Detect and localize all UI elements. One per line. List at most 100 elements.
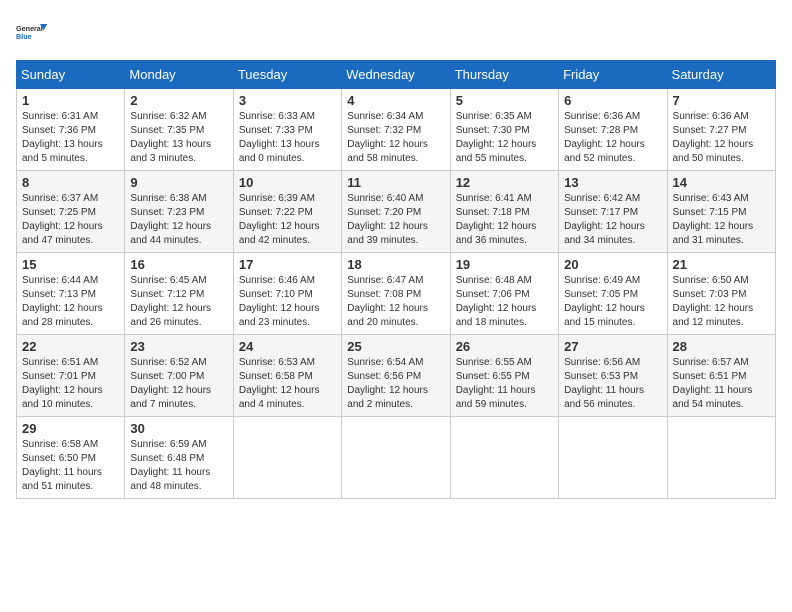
day-number: 11 (347, 175, 444, 190)
weekday-header-row: SundayMondayTuesdayWednesdayThursdayFrid… (17, 61, 776, 89)
calendar-cell: 11 Sunrise: 6:40 AMSunset: 7:20 PMDaylig… (342, 171, 450, 253)
calendar-cell: 24 Sunrise: 6:53 AMSunset: 6:58 PMDaylig… (233, 335, 341, 417)
calendar-cell (667, 417, 775, 499)
page-header: GeneralBlue (16, 16, 776, 48)
day-info: Sunrise: 6:33 AMSunset: 7:33 PMDaylight:… (239, 111, 320, 164)
calendar-cell: 20 Sunrise: 6:49 AMSunset: 7:05 PMDaylig… (559, 253, 667, 335)
day-number: 24 (239, 339, 336, 354)
calendar-cell: 18 Sunrise: 6:47 AMSunset: 7:08 PMDaylig… (342, 253, 450, 335)
day-info: Sunrise: 6:52 AMSunset: 7:00 PMDaylight:… (130, 357, 211, 410)
day-number: 1 (22, 93, 119, 108)
day-number: 5 (456, 93, 553, 108)
day-number: 10 (239, 175, 336, 190)
calendar-cell: 3 Sunrise: 6:33 AMSunset: 7:33 PMDayligh… (233, 89, 341, 171)
day-number: 23 (130, 339, 227, 354)
calendar-cell: 9 Sunrise: 6:38 AMSunset: 7:23 PMDayligh… (125, 171, 233, 253)
day-info: Sunrise: 6:43 AMSunset: 7:15 PMDaylight:… (673, 193, 754, 246)
day-info: Sunrise: 6:36 AMSunset: 7:28 PMDaylight:… (564, 111, 645, 164)
calendar-cell: 8 Sunrise: 6:37 AMSunset: 7:25 PMDayligh… (17, 171, 125, 253)
day-info: Sunrise: 6:31 AMSunset: 7:36 PMDaylight:… (22, 111, 103, 164)
day-info: Sunrise: 6:50 AMSunset: 7:03 PMDaylight:… (673, 275, 754, 328)
day-number: 13 (564, 175, 661, 190)
day-number: 20 (564, 257, 661, 272)
calendar-cell: 12 Sunrise: 6:41 AMSunset: 7:18 PMDaylig… (450, 171, 558, 253)
calendar-cell: 19 Sunrise: 6:48 AMSunset: 7:06 PMDaylig… (450, 253, 558, 335)
day-number: 27 (564, 339, 661, 354)
calendar-cell: 29 Sunrise: 6:58 AMSunset: 6:50 PMDaylig… (17, 417, 125, 499)
day-number: 19 (456, 257, 553, 272)
day-info: Sunrise: 6:40 AMSunset: 7:20 PMDaylight:… (347, 193, 428, 246)
day-number: 2 (130, 93, 227, 108)
calendar-cell: 27 Sunrise: 6:56 AMSunset: 6:53 PMDaylig… (559, 335, 667, 417)
calendar-cell: 6 Sunrise: 6:36 AMSunset: 7:28 PMDayligh… (559, 89, 667, 171)
day-number: 4 (347, 93, 444, 108)
calendar-cell: 7 Sunrise: 6:36 AMSunset: 7:27 PMDayligh… (667, 89, 775, 171)
day-number: 17 (239, 257, 336, 272)
weekday-header: Friday (559, 61, 667, 89)
calendar-cell: 28 Sunrise: 6:57 AMSunset: 6:51 PMDaylig… (667, 335, 775, 417)
day-number: 21 (673, 257, 770, 272)
day-info: Sunrise: 6:34 AMSunset: 7:32 PMDaylight:… (347, 111, 428, 164)
calendar-cell: 14 Sunrise: 6:43 AMSunset: 7:15 PMDaylig… (667, 171, 775, 253)
day-number: 30 (130, 421, 227, 436)
day-number: 18 (347, 257, 444, 272)
day-info: Sunrise: 6:32 AMSunset: 7:35 PMDaylight:… (130, 111, 211, 164)
calendar-cell: 22 Sunrise: 6:51 AMSunset: 7:01 PMDaylig… (17, 335, 125, 417)
day-number: 22 (22, 339, 119, 354)
calendar-cell (559, 417, 667, 499)
calendar-cell: 4 Sunrise: 6:34 AMSunset: 7:32 PMDayligh… (342, 89, 450, 171)
calendar-week-row: 8 Sunrise: 6:37 AMSunset: 7:25 PMDayligh… (17, 171, 776, 253)
day-info: Sunrise: 6:54 AMSunset: 6:56 PMDaylight:… (347, 357, 428, 410)
day-info: Sunrise: 6:47 AMSunset: 7:08 PMDaylight:… (347, 275, 428, 328)
day-number: 26 (456, 339, 553, 354)
calendar-cell: 10 Sunrise: 6:39 AMSunset: 7:22 PMDaylig… (233, 171, 341, 253)
calendar-cell (450, 417, 558, 499)
day-info: Sunrise: 6:55 AMSunset: 6:55 PMDaylight:… (456, 357, 536, 410)
day-number: 28 (673, 339, 770, 354)
calendar-cell: 2 Sunrise: 6:32 AMSunset: 7:35 PMDayligh… (125, 89, 233, 171)
calendar-cell: 25 Sunrise: 6:54 AMSunset: 6:56 PMDaylig… (342, 335, 450, 417)
day-number: 8 (22, 175, 119, 190)
day-number: 3 (239, 93, 336, 108)
day-info: Sunrise: 6:41 AMSunset: 7:18 PMDaylight:… (456, 193, 537, 246)
day-info: Sunrise: 6:46 AMSunset: 7:10 PMDaylight:… (239, 275, 320, 328)
weekday-header: Sunday (17, 61, 125, 89)
day-number: 7 (673, 93, 770, 108)
weekday-header: Thursday (450, 61, 558, 89)
day-info: Sunrise: 6:36 AMSunset: 7:27 PMDaylight:… (673, 111, 754, 164)
calendar-cell: 13 Sunrise: 6:42 AMSunset: 7:17 PMDaylig… (559, 171, 667, 253)
day-number: 9 (130, 175, 227, 190)
calendar-cell: 17 Sunrise: 6:46 AMSunset: 7:10 PMDaylig… (233, 253, 341, 335)
day-info: Sunrise: 6:53 AMSunset: 6:58 PMDaylight:… (239, 357, 320, 410)
day-number: 25 (347, 339, 444, 354)
day-number: 6 (564, 93, 661, 108)
day-info: Sunrise: 6:58 AMSunset: 6:50 PMDaylight:… (22, 439, 102, 492)
calendar-cell: 1 Sunrise: 6:31 AMSunset: 7:36 PMDayligh… (17, 89, 125, 171)
calendar-cell (342, 417, 450, 499)
day-number: 14 (673, 175, 770, 190)
weekday-header: Saturday (667, 61, 775, 89)
day-info: Sunrise: 6:37 AMSunset: 7:25 PMDaylight:… (22, 193, 103, 246)
day-number: 12 (456, 175, 553, 190)
day-info: Sunrise: 6:44 AMSunset: 7:13 PMDaylight:… (22, 275, 103, 328)
day-number: 29 (22, 421, 119, 436)
calendar-cell (233, 417, 341, 499)
calendar-cell: 30 Sunrise: 6:59 AMSunset: 6:48 PMDaylig… (125, 417, 233, 499)
day-info: Sunrise: 6:57 AMSunset: 6:51 PMDaylight:… (673, 357, 753, 410)
weekday-header: Monday (125, 61, 233, 89)
weekday-header: Tuesday (233, 61, 341, 89)
day-info: Sunrise: 6:48 AMSunset: 7:06 PMDaylight:… (456, 275, 537, 328)
svg-text:Blue: Blue (16, 32, 32, 41)
calendar-week-row: 15 Sunrise: 6:44 AMSunset: 7:13 PMDaylig… (17, 253, 776, 335)
calendar-cell: 23 Sunrise: 6:52 AMSunset: 7:00 PMDaylig… (125, 335, 233, 417)
day-number: 16 (130, 257, 227, 272)
calendar-cell: 21 Sunrise: 6:50 AMSunset: 7:03 PMDaylig… (667, 253, 775, 335)
day-info: Sunrise: 6:45 AMSunset: 7:12 PMDaylight:… (130, 275, 211, 328)
calendar-cell: 16 Sunrise: 6:45 AMSunset: 7:12 PMDaylig… (125, 253, 233, 335)
day-info: Sunrise: 6:42 AMSunset: 7:17 PMDaylight:… (564, 193, 645, 246)
logo-icon: GeneralBlue (16, 16, 48, 48)
calendar-week-row: 29 Sunrise: 6:58 AMSunset: 6:50 PMDaylig… (17, 417, 776, 499)
day-number: 15 (22, 257, 119, 272)
calendar-week-row: 22 Sunrise: 6:51 AMSunset: 7:01 PMDaylig… (17, 335, 776, 417)
calendar-cell: 15 Sunrise: 6:44 AMSunset: 7:13 PMDaylig… (17, 253, 125, 335)
